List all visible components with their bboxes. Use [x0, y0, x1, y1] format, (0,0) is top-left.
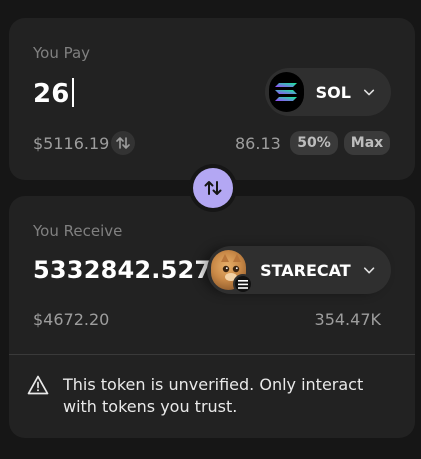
- receive-token-selector[interactable]: STARECAT: [207, 246, 391, 294]
- receive-amount-field[interactable]: 5332842.5276: [33, 256, 213, 284]
- max-button[interactable]: Max: [344, 131, 390, 155]
- receive-token-symbol: STARECAT: [260, 260, 351, 280]
- receive-card: You Receive 5332842.5276 STARECAT $4672.…: [9, 196, 415, 438]
- divider: [9, 354, 415, 355]
- starecat-avatar: [211, 250, 253, 294]
- pay-amount-value: 26: [33, 79, 70, 109]
- unverified-token-warning: This token is unverified. Only interact …: [27, 374, 397, 418]
- flip-direction-button[interactable]: [193, 168, 233, 208]
- toggle-currency-button[interactable]: [111, 131, 135, 155]
- pay-card: You Pay 26 SOL $5116.19 86.13 50% Max: [9, 18, 415, 180]
- pay-balance: 86.13: [235, 134, 281, 153]
- pay-token-selector[interactable]: SOL: [265, 68, 391, 116]
- pay-fiat-value: $5116.19: [33, 134, 110, 153]
- half-button[interactable]: 50%: [290, 131, 338, 155]
- chevron-down-icon: [363, 89, 375, 96]
- swap-arrows-icon: [204, 181, 222, 195]
- pay-label: You Pay: [33, 44, 91, 62]
- pay-amount-input[interactable]: 26: [33, 78, 74, 109]
- chevron-down-icon: [363, 267, 375, 274]
- receive-amount-value: 5332842.5276: [33, 256, 213, 284]
- receive-balance: 354.47K: [314, 310, 381, 329]
- list-badge-icon: [233, 274, 253, 294]
- pay-token-symbol: SOL: [315, 82, 351, 102]
- receive-label: You Receive: [33, 222, 123, 240]
- warning-text: This token is unverified. Only interact …: [63, 375, 364, 416]
- warning-triangle-icon: [27, 375, 49, 395]
- receive-fiat-value: $4672.20: [33, 310, 110, 329]
- swap-arrows-icon: [116, 137, 130, 149]
- text-cursor: [71, 78, 74, 107]
- solana-logo-icon: [269, 72, 304, 112]
